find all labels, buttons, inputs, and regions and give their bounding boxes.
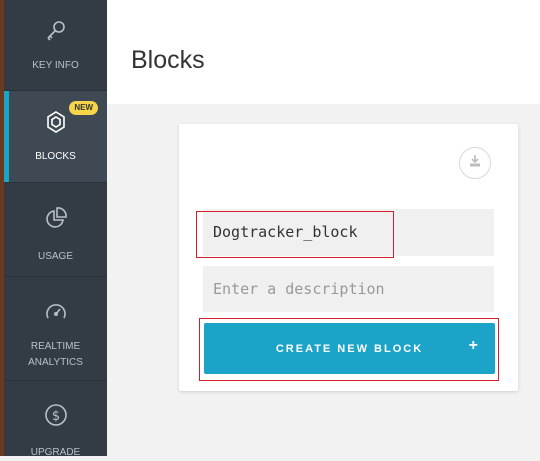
sidebar-item-key-info[interactable]: KEY INFO: [4, 0, 107, 91]
create-block-card: CREATE NEW BLOCK +: [179, 124, 518, 391]
sidebar-item-realtime-analytics[interactable]: REALTIME ANALYTICS: [4, 277, 107, 381]
sidebar-item-label: KEY INFO: [32, 60, 79, 71]
sidebar-item-label: REALTIME ANALYTICS: [28, 341, 83, 368]
sidebar-item-label: USAGE: [37, 251, 73, 262]
sidebar: KEY INFO NEW BLOCKS USAGE REALTIME ANALY…: [4, 0, 107, 458]
svg-text:$: $: [51, 409, 59, 424]
active-indicator: [4, 91, 9, 182]
dollar-icon: $: [41, 401, 71, 429]
create-new-block-button[interactable]: CREATE NEW BLOCK +: [204, 323, 495, 374]
sidebar-item-upgrade[interactable]: $ UPGRADE: [4, 381, 107, 461]
pie-chart-icon: [41, 203, 71, 233]
sidebar-item-blocks[interactable]: NEW BLOCKS: [4, 91, 107, 183]
create-button-label: CREATE NEW BLOCK: [275, 342, 424, 355]
page-title: Blocks: [131, 46, 205, 74]
blocks-icon: [41, 107, 71, 137]
key-icon: [41, 16, 71, 46]
sidebar-item-usage[interactable]: USAGE: [4, 183, 107, 277]
sidebar-item-label: BLOCKS: [35, 151, 76, 162]
header: Blocks: [107, 0, 540, 104]
speedometer-icon: [41, 297, 71, 327]
block-name-input[interactable]: [203, 209, 494, 256]
description-input[interactable]: [203, 266, 494, 312]
sidebar-item-label: UPGRADE: [30, 447, 81, 458]
download-button[interactable]: [459, 147, 491, 179]
download-icon: [468, 154, 482, 173]
new-badge: NEW: [69, 101, 98, 115]
plus-icon: +: [468, 337, 478, 354]
